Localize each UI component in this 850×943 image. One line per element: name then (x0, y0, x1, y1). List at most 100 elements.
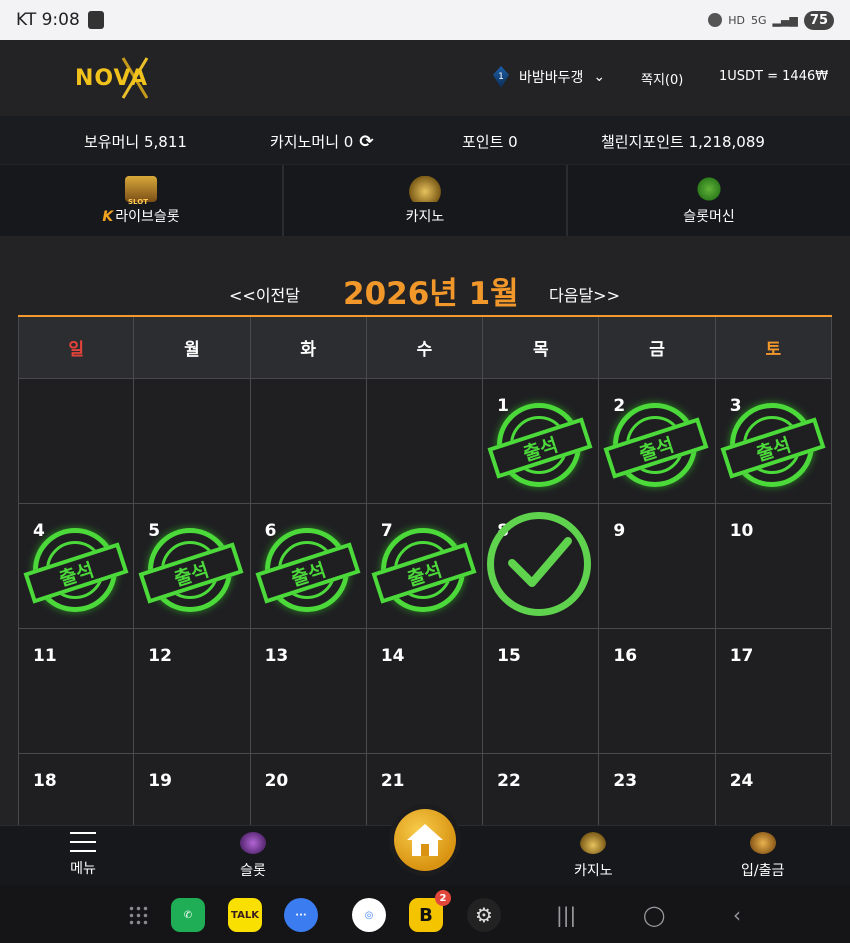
nova-logo[interactable]: NOVA (75, 54, 165, 102)
weekday-sun: 일 (18, 317, 135, 379)
nav-casino[interactable]: 카지노 (574, 832, 613, 880)
day-cell[interactable]: 2 출석 (599, 379, 716, 504)
category-slot-machine[interactable]: 슬롯머신 (568, 165, 850, 236)
recent-apps-icon[interactable]: ||| (556, 903, 576, 927)
weekday-sat: 토 (715, 317, 832, 379)
casino-icon (580, 832, 607, 854)
money-bar: 보유머니 5,811 카지노머니 0 ⟳ 포인트 0 챌린지포인트 1,218,0… (0, 116, 850, 164)
day-number: 14 (380, 646, 405, 666)
level-badge-icon: 1 (493, 66, 509, 88)
category-casino[interactable]: 카지노 (284, 165, 568, 236)
day-number: 11 (33, 646, 57, 666)
day-number: 24 (729, 771, 754, 791)
day-empty (18, 379, 135, 504)
month-title: 2026년 1월 (343, 276, 519, 312)
messages-app-icon[interactable]: ··· (284, 898, 318, 932)
home-button[interactable] (389, 804, 461, 876)
hd-icon: HD (728, 13, 745, 27)
day-cell[interactable]: 15 (483, 629, 600, 754)
attendance-stamp-icon: 출석 (487, 403, 593, 487)
android-dock: ✆ TALK ··· ◎ B2 ⚙ ||| ◯ ‹ (0, 885, 850, 943)
b-app-icon (87, 11, 104, 29)
refresh-icon[interactable]: ⟳ (359, 132, 373, 152)
day-number: 9 (613, 521, 626, 541)
day-number: 12 (148, 646, 172, 666)
day-cell[interactable]: 17 (715, 629, 832, 754)
5g-icon: 5G (750, 13, 767, 27)
day-cell[interactable]: 7 출석 (366, 504, 484, 629)
settings-app-icon[interactable]: ⚙ (467, 898, 501, 932)
day-number: 4 (33, 521, 45, 541)
day-cell[interactable]: 12 (134, 629, 251, 754)
kakaotalk-app-icon[interactable]: TALK (228, 898, 262, 932)
phone-app-icon[interactable]: ✆ (171, 898, 205, 932)
status-bar: KT 9:08 HD 5G ▂▄▆ 75 (0, 0, 850, 40)
carrier-time: KT 9:08 (16, 10, 80, 30)
day-cell[interactable]: 14 (366, 629, 484, 754)
casino-money-label: 카지노머니 0 (270, 133, 354, 151)
usdt-rate: 1USDT = 1446₩ (719, 69, 829, 84)
week-row: 1 출석 2 출석 3 출석 (18, 379, 832, 504)
day-number: 10 (729, 521, 754, 541)
day-cell[interactable]: 4 출석 (18, 504, 135, 629)
day-number: 21 (380, 771, 405, 791)
day-number: 20 (264, 771, 289, 791)
category-live-slot[interactable]: K라이브슬롯 (0, 165, 284, 236)
day-number: 16 (613, 646, 638, 666)
calendar-header: <<이전달 2026년 1월 다음달>> (0, 262, 850, 312)
day-cell[interactable]: 16 (599, 629, 716, 754)
week-row: 4 출석 5 출석 6 출석 7 출석 8 9 10 (18, 504, 832, 629)
chrome-app-icon[interactable]: ◎ (352, 898, 386, 932)
day-cell[interactable]: 13 (250, 629, 367, 754)
day-number: 13 (264, 646, 289, 666)
next-month-link[interactable]: 다음달>> (549, 282, 620, 306)
chevron-down-icon: ⌄ (593, 69, 606, 85)
challenge-points: 챌린지포인트 1,218,089 (601, 133, 765, 151)
attendance-stamp-icon: 출석 (371, 528, 477, 612)
day-empty (366, 379, 484, 504)
day-cell[interactable]: 5 출석 (134, 504, 251, 629)
category-label: 슬롯머신 (683, 208, 735, 225)
day-cell[interactable]: 3 출석 (715, 379, 832, 504)
weekday-wed: 수 (366, 317, 484, 379)
nav-label: 입/출금 (741, 863, 785, 879)
day-empty (250, 379, 367, 504)
day-cell[interactable]: 10 (715, 504, 832, 629)
nav-slot[interactable]: 슬롯 (240, 832, 266, 880)
slot-icon (240, 832, 266, 854)
site-header: NOVA 1 바밤바두갱 ⌄ 쪽지(0) 1USDT = 1446₩ (0, 40, 850, 116)
home-nav-icon[interactable]: ◯ (643, 903, 665, 927)
app-drawer-icon[interactable] (128, 905, 150, 927)
attendance-stamp-icon: 출석 (255, 528, 361, 612)
day-number: 22 (497, 771, 521, 791)
messages-link[interactable]: 쪽지(0) (641, 69, 683, 88)
check-icon[interactable] (487, 512, 592, 616)
nav-menu[interactable]: 메뉴 (70, 832, 96, 878)
day-cell[interactable]: 1 출석 (483, 379, 600, 504)
back-icon[interactable]: ‹ (733, 903, 741, 927)
day-cell[interactable]: 9 (599, 504, 716, 629)
b-app-icon[interactable]: B2 (409, 890, 451, 932)
day-cell[interactable]: 6 출석 (250, 504, 367, 629)
day-cell-today[interactable]: 8 (483, 504, 600, 629)
day-number: 19 (148, 771, 172, 791)
prev-month-link[interactable]: <<이전달 (229, 282, 300, 306)
points: 포인트 0 (462, 133, 518, 151)
logo-text: NOVA (75, 66, 149, 91)
day-number: 6 (264, 521, 277, 541)
day-number: 17 (729, 646, 754, 666)
nav-deposit[interactable]: 입/출금 (741, 832, 784, 880)
slot-icon (125, 175, 157, 206)
battery-icon: 75 (803, 10, 834, 30)
nav-label: 메뉴 (70, 861, 96, 877)
day-cell[interactable]: 11 (18, 629, 135, 754)
nav-label: 슬롯 (240, 863, 266, 879)
menu-icon (70, 832, 96, 852)
signal-icon: ▂▄▆ (772, 13, 798, 27)
day-number: 18 (33, 771, 57, 791)
day-number: 5 (148, 521, 161, 541)
holding-money: 보유머니 5,811 (84, 133, 187, 151)
attendance-calendar: 일 월 화 수 목 금 토 1 출석 2 출석 3 출석 4 출석 5 출석 6 출석 7출… (18, 315, 832, 879)
user-menu[interactable]: 1 바밤바두갱 ⌄ (493, 66, 605, 88)
coins-icon (749, 832, 776, 854)
